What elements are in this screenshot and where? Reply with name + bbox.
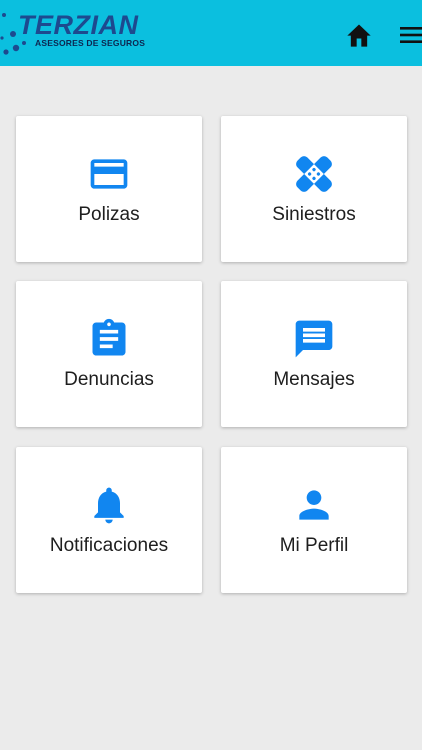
bell-icon (94, 487, 124, 524)
credit-card-icon (90, 159, 128, 189)
mensajes-label: Mensajes (273, 369, 355, 390)
home-button[interactable] (345, 22, 373, 48)
polizas-label: Polizas (78, 204, 140, 225)
siniestros-card[interactable]: Siniestros (221, 116, 407, 262)
terzian-logo: TERZIAN ASESORES DE SEGUROS (0, 8, 150, 58)
logo-name: TERZIAN (18, 10, 139, 40)
mensajes-card[interactable]: Mensajes (221, 281, 407, 427)
hamburger-menu-icon (400, 27, 422, 43)
person-icon (299, 490, 329, 520)
denuncias-label: Denuncias (64, 369, 154, 390)
home-icon (347, 24, 371, 47)
notificaciones-label: Notificaciones (49, 535, 169, 556)
polizas-card[interactable]: Polizas (16, 116, 202, 262)
denuncias-card[interactable]: Denuncias (16, 281, 202, 427)
logo-tagline: ASESORES DE SEGUROS (35, 38, 146, 48)
clipboard-icon (92, 318, 126, 356)
bandage-icon (296, 156, 332, 192)
message-icon (295, 320, 333, 358)
top-app-bar: TERZIAN ASESORES DE SEGUROS (0, 0, 422, 66)
mi-perfil-card[interactable]: Mi Perfil (221, 447, 407, 593)
notificaciones-card[interactable]: Notificaciones (16, 447, 202, 593)
menu-button[interactable] (398, 24, 422, 46)
siniestros-label: Siniestros (272, 204, 356, 225)
mi-perfil-label: Mi Perfil (279, 535, 349, 556)
